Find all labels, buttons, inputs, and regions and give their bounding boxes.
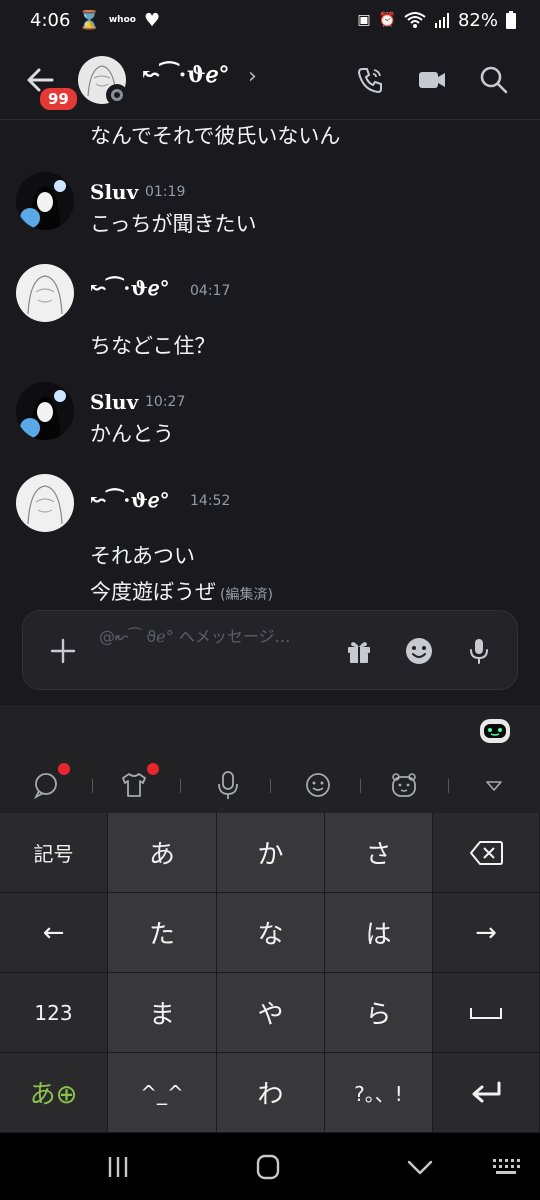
message-author[interactable]: Sluv	[90, 180, 138, 204]
notification-dot	[58, 763, 70, 775]
message-text: 今度遊ぼうぜ (編集済)	[90, 576, 273, 606]
key-na[interactable]: な	[217, 893, 325, 973]
keyboard-toolbar	[0, 705, 540, 813]
key-ya[interactable]: や	[217, 973, 325, 1053]
chevron-right-icon[interactable]: ›	[248, 64, 257, 89]
status-time: 4:06	[30, 9, 71, 31]
message-author[interactable]: ↜⁀⋅ϑℯ°	[90, 488, 170, 512]
status-indicator	[106, 84, 128, 106]
collapse-icon[interactable]	[478, 769, 510, 801]
key-wa[interactable]: わ	[217, 1053, 325, 1133]
key-left-arrow[interactable]: ←	[0, 893, 108, 973]
mic-icon[interactable]	[463, 635, 495, 667]
search-icon[interactable]	[478, 64, 510, 96]
message-composer: @↜⁀ ϑℯ° へメッセージ…	[22, 610, 518, 690]
signal-icon	[434, 13, 449, 28]
battery-level: 82%	[457, 9, 498, 31]
key-right-arrow[interactable]: →	[433, 893, 540, 973]
backspace-icon	[470, 840, 503, 865]
message-text: なんでそれで彼氏いないん	[90, 124, 341, 148]
message-list[interactable]: なんでそれで彼氏いないん Sluv 01:19 こっちが聞きたい ↜⁀⋅ϑℯ° …	[0, 120, 540, 610]
avatar[interactable]	[16, 264, 74, 322]
voice-icon[interactable]	[212, 769, 244, 801]
battery-saver-icon: ▣	[357, 12, 371, 28]
key-a[interactable]: あ	[108, 813, 217, 893]
back-icon[interactable]	[404, 1153, 436, 1181]
key-ka[interactable]: か	[217, 813, 325, 893]
key-backspace[interactable]	[433, 813, 540, 893]
emoji-icon[interactable]	[403, 635, 435, 667]
status-mini-label: whoo	[108, 15, 136, 25]
separator	[360, 779, 361, 793]
system-navigation-bar	[0, 1133, 540, 1200]
message-input[interactable]: @↜⁀ ϑℯ° へメッセージ…	[99, 623, 291, 647]
message-timestamp: 14:52	[190, 493, 231, 509]
video-icon[interactable]	[416, 64, 448, 96]
bear-sticker-icon[interactable]	[388, 769, 420, 801]
unread-badge: 99	[38, 86, 79, 112]
message-text-line: 今度遊ぼうぜ	[90, 580, 216, 604]
avatar[interactable]	[16, 474, 74, 532]
separator	[92, 779, 93, 793]
message-author[interactable]: ↜⁀⋅ϑℯ°	[90, 276, 170, 300]
hourglass-icon: ⌛	[78, 9, 101, 31]
message-text: こっちが聞きたい	[90, 212, 257, 236]
edited-label: (編集済)	[220, 587, 273, 603]
key-ra[interactable]: ら	[325, 973, 433, 1053]
enter-icon	[472, 1081, 501, 1102]
separator	[448, 779, 449, 793]
key-sa[interactable]: さ	[325, 813, 433, 893]
key-numbers[interactable]: 123	[0, 973, 108, 1053]
key-enter[interactable]	[433, 1053, 540, 1133]
channel-header: 99 ↜⁀⋅ϑℯ° ›	[0, 40, 540, 120]
message-text: ちなどこ住？	[90, 334, 216, 358]
robot-icon[interactable]	[478, 715, 512, 745]
keyboard-toggle-icon[interactable]	[490, 1153, 522, 1181]
avatar[interactable]	[16, 382, 74, 440]
key-space[interactable]	[433, 973, 540, 1053]
channel-name[interactable]: ↜⁀⋅ϑℯ°	[142, 62, 230, 88]
battery-icon	[506, 11, 516, 29]
key-ta[interactable]: た	[108, 893, 217, 973]
chat-bubble-icon[interactable]	[30, 769, 62, 801]
home-icon[interactable]	[252, 1153, 284, 1181]
key-symbols[interactable]: 記号	[0, 813, 108, 893]
message-timestamp: 04:17	[190, 283, 231, 299]
key-input-mode[interactable]: あ⊕	[0, 1053, 108, 1133]
message-author[interactable]: Sluv	[90, 390, 138, 414]
avatar[interactable]	[16, 172, 74, 230]
message-text: かんとう	[90, 422, 174, 446]
phone-icon[interactable]	[354, 64, 386, 96]
status-bar: 4:06 ⌛ whoo ♥ ▣ ⏰ 82%	[0, 0, 540, 40]
ime-keyboard: 記号 あ か さ ← た な は → 123 ま や ら あ⊕ ^_^ わ ?。…	[0, 705, 540, 1133]
key-kaomoji[interactable]: ^_^	[108, 1053, 217, 1133]
recents-icon[interactable]	[102, 1153, 134, 1181]
key-ma[interactable]: ま	[108, 973, 217, 1053]
smiley-icon[interactable]	[302, 769, 334, 801]
separator	[270, 779, 271, 793]
separator	[180, 779, 181, 793]
alarm-icon: ⏰	[378, 12, 396, 28]
key-ha[interactable]: は	[325, 893, 433, 973]
message-timestamp: 01:19	[145, 184, 186, 200]
shirt-icon[interactable]	[118, 769, 150, 801]
heart-icon: ♥	[143, 9, 161, 31]
message-timestamp: 10:27	[145, 394, 186, 410]
message-text: それあつい	[90, 544, 195, 568]
notification-dot	[147, 763, 159, 775]
wifi-icon	[404, 12, 426, 28]
gift-icon[interactable]	[343, 635, 375, 667]
space-icon	[470, 1007, 502, 1019]
plus-icon[interactable]	[47, 635, 79, 667]
key-punctuation[interactable]: ?。、!	[325, 1053, 433, 1133]
